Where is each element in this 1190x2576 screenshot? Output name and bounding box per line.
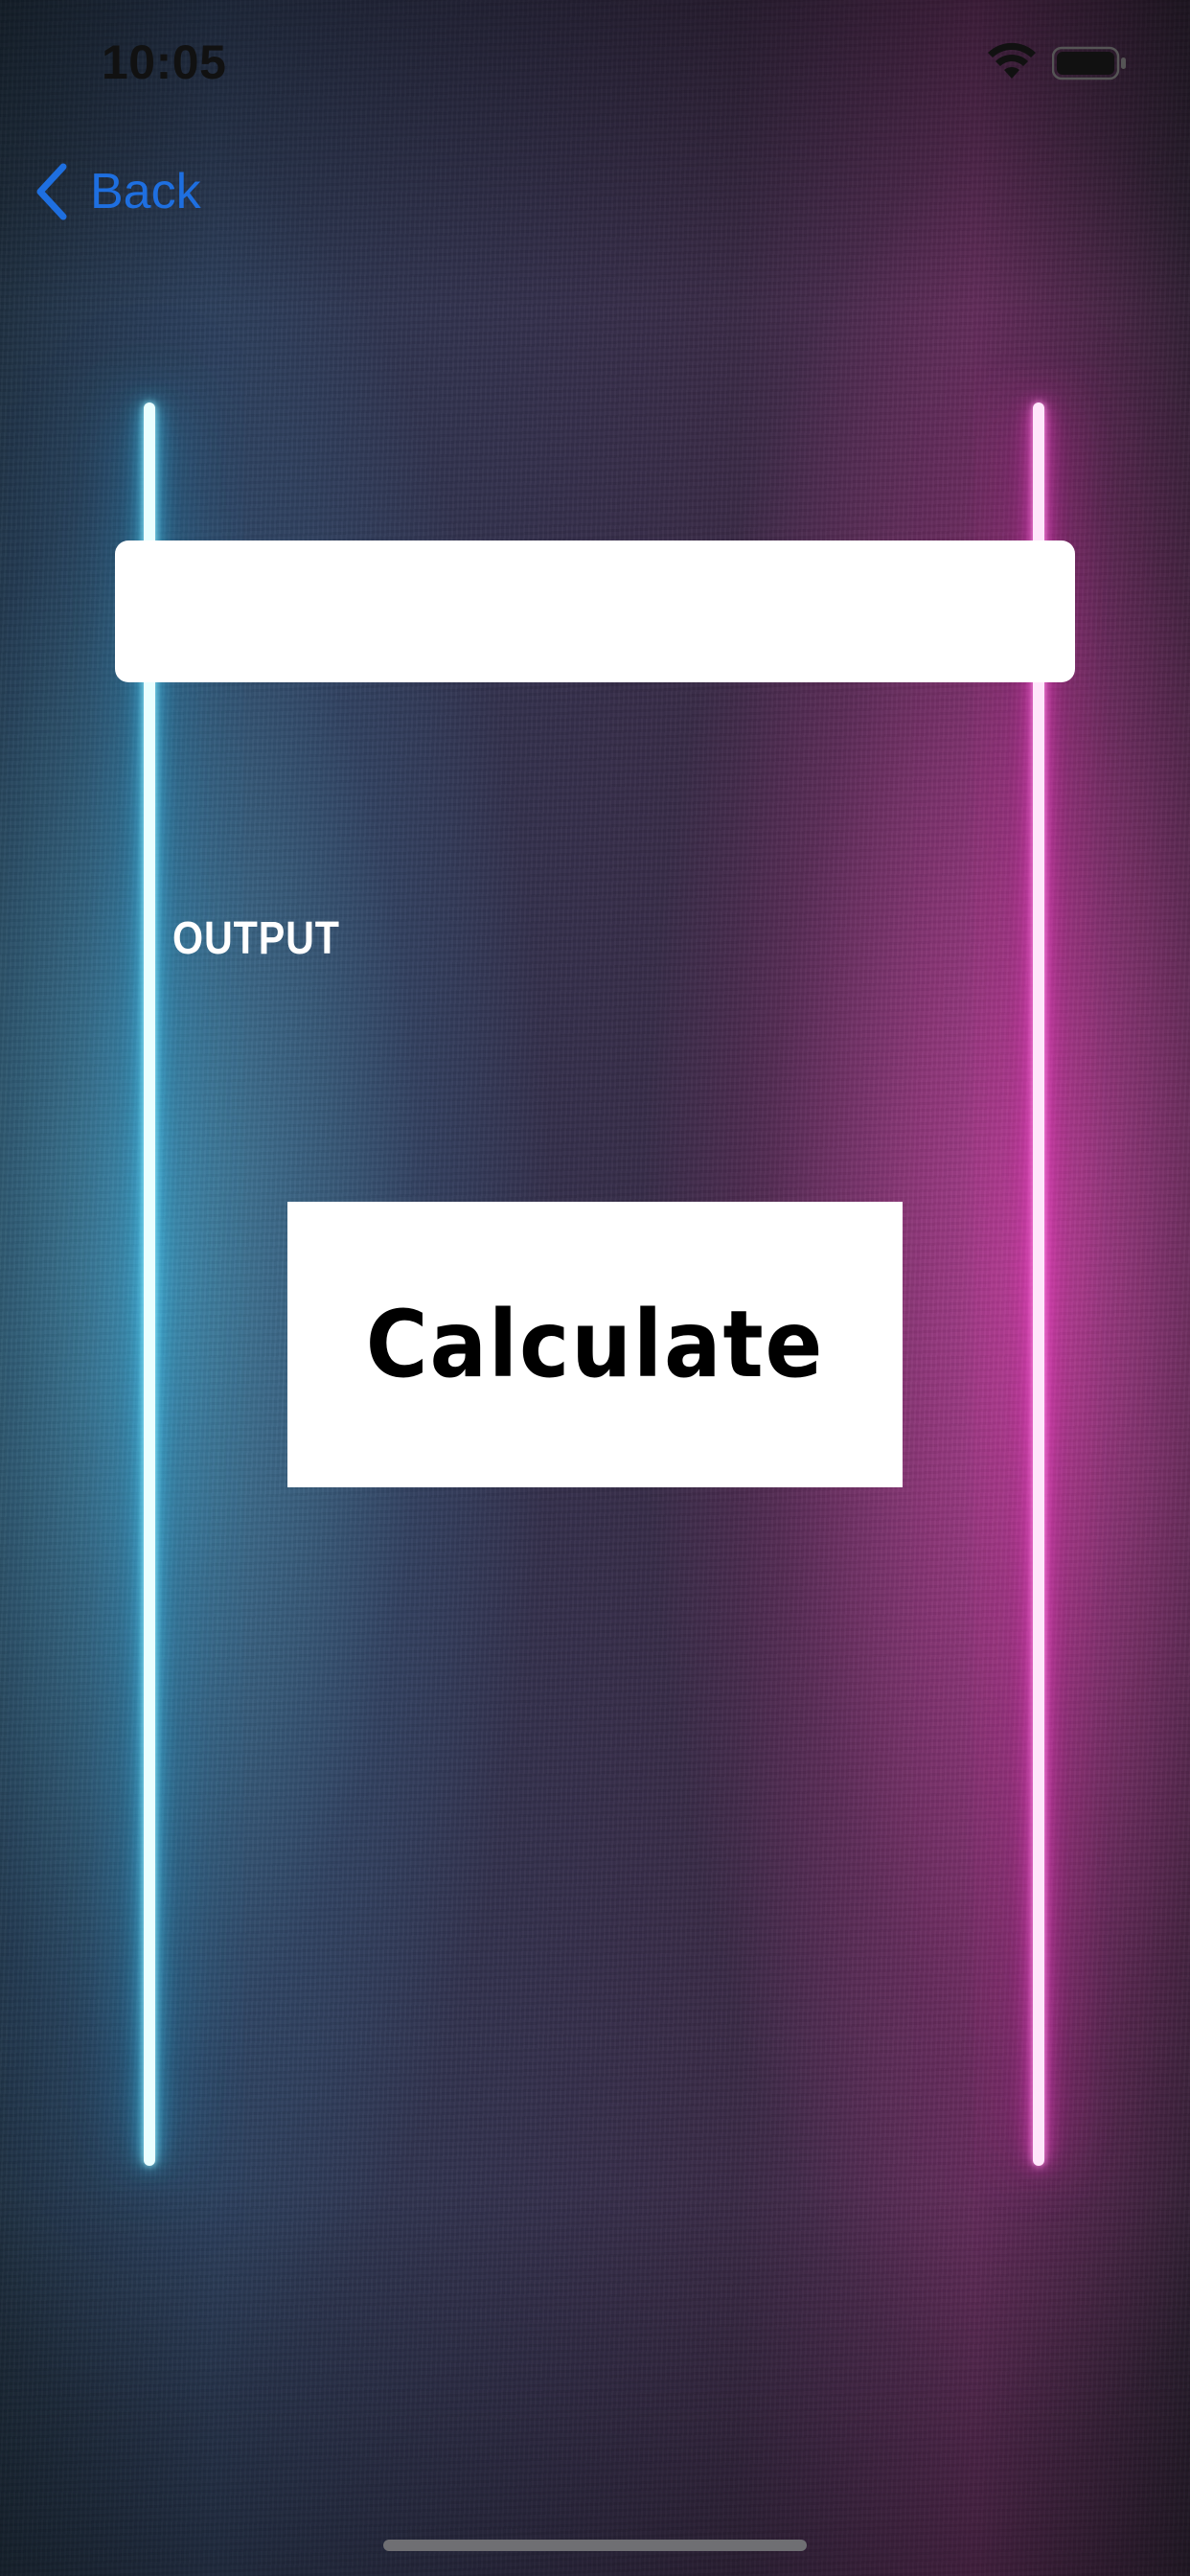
status-time: 10:05 [102,35,227,89]
app-screen: 10:05 Back OUTPUT Calculate [0,0,1190,2576]
status-bar: 10:05 [0,0,1190,126]
home-indicator[interactable] [383,2540,807,2551]
battery-icon [1052,46,1126,80]
chevron-left-icon [36,163,67,220]
number-input[interactable] [115,540,1075,682]
back-label: Back [90,164,201,219]
back-button[interactable]: Back [33,153,201,230]
wifi-icon [988,42,1036,79]
output-label: OUTPUT [172,913,340,964]
calculate-button[interactable]: Calculate [287,1202,903,1487]
calculate-label: Calculate [365,1291,825,1398]
